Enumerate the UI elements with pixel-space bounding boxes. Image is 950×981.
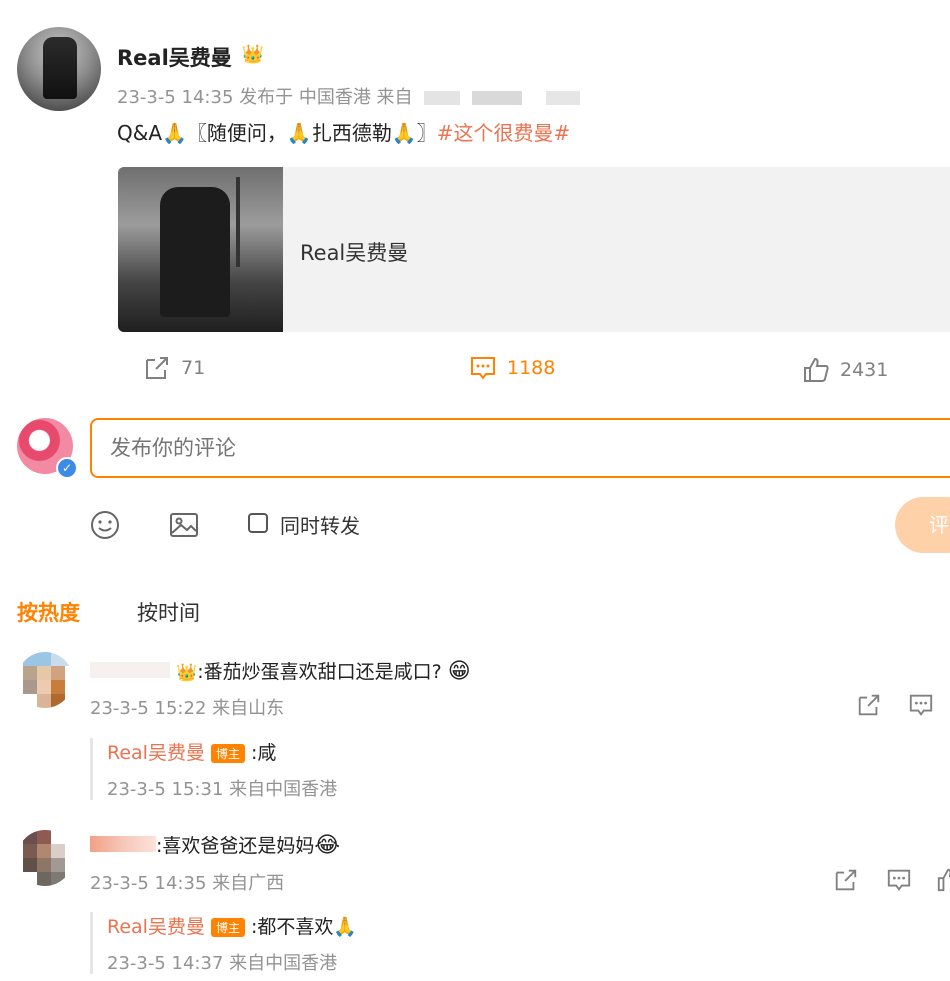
comment-meta: 23-3-5 15:22 来自山东: [90, 698, 285, 719]
reply-icon[interactable]: [908, 692, 934, 718]
crown-badge-icon: 👑: [241, 44, 265, 65]
avatar-pixel: [23, 652, 51, 666]
share-button[interactable]: 71: [143, 354, 205, 382]
avatar-pixel: [37, 680, 51, 694]
avatar-pixel: [51, 844, 65, 858]
hashtag-link[interactable]: #这个很费曼#: [437, 121, 571, 145]
comment-meta: 23-3-5 14:35 来自广西: [90, 873, 285, 894]
author-badge: 博主: [210, 744, 245, 763]
reply-meta: 23-3-5 14:37 来自中国香港: [107, 953, 338, 974]
verified-icon: ✓: [56, 457, 78, 479]
palm-tree-shape: [236, 177, 240, 267]
reply-body: Real吴费曼 博主 :咸: [107, 738, 276, 765]
post-meta: 23-3-5 14:35 发布于 中国香港 来自: [117, 83, 580, 109]
avatar-pixel: [23, 830, 37, 844]
like-count: 2431: [840, 359, 889, 381]
avatar-pixel: [23, 680, 37, 694]
avatar-pixel: [37, 858, 51, 872]
thumbs-up-icon[interactable]: [936, 867, 950, 893]
comment-input[interactable]: [90, 418, 950, 478]
reply-text: :都不喜欢🙏: [250, 916, 358, 938]
reply-text: :咸: [250, 742, 277, 764]
share-icon: [146, 357, 168, 379]
comment-text: :番茄炒蛋喜欢甜口还是咸口?: [197, 661, 442, 683]
card-title: Real吴费曼: [300, 241, 409, 265]
avatar-pixel: [51, 872, 65, 886]
reply-divider: [90, 912, 93, 974]
avatar-pixel: [23, 844, 37, 858]
image-icon[interactable]: [168, 509, 200, 541]
blurred-source: [545, 91, 580, 105]
avatar-pixel: [51, 666, 65, 680]
emoji-icon[interactable]: [89, 509, 121, 541]
thumbs-up-icon: [804, 357, 829, 382]
author-avatar[interactable]: [17, 27, 101, 111]
comment-icon: [471, 357, 495, 380]
tab-sort-hot[interactable]: 按热度: [17, 597, 80, 627]
post-meta-text: 23-3-5 14:35 发布于 中国香港 来自: [117, 87, 413, 108]
author-badge: 博主: [210, 918, 245, 937]
statue-shape: [160, 187, 230, 317]
blurred-username[interactable]: [90, 662, 170, 678]
laugh-emoji-icon: 😁: [447, 659, 471, 684]
avatar-pixel: [51, 652, 73, 666]
avatar-pixel: [37, 872, 51, 886]
blurred-username[interactable]: [90, 836, 156, 852]
avatar-pixel: [37, 694, 51, 708]
repost-label: 同时转发: [280, 514, 360, 538]
reply-icon[interactable]: [886, 867, 912, 893]
post-content: Q&A🙏〖随便问，🙏扎西德勒🙏〗#这个很费曼#: [117, 117, 570, 146]
media-card[interactable]: Real吴费曼: [118, 167, 950, 332]
avatar-pixel: [51, 858, 65, 872]
cry-laugh-emoji-icon: 😂: [314, 833, 341, 858]
comment-body: :喜欢爸爸还是妈妈😂: [90, 831, 340, 858]
avatar-pixel: [23, 666, 37, 680]
author-name[interactable]: Real吴费曼: [117, 42, 232, 72]
avatar-pixel: [51, 680, 65, 694]
statue-image: [43, 37, 77, 99]
avatar-pixel: [37, 830, 51, 844]
commenter-avatar[interactable]: [17, 652, 73, 708]
avatar-pixel: [51, 694, 65, 708]
post-text: Q&A🙏〖随便问，🙏扎西德勒🙏〗: [117, 121, 437, 145]
submit-comment-button[interactable]: 评: [895, 497, 950, 553]
tab-sort-time[interactable]: 按时间: [137, 597, 200, 627]
reply-divider: [90, 738, 93, 800]
reply-author-name[interactable]: Real吴费曼: [107, 916, 205, 938]
share-icon[interactable]: [856, 692, 882, 718]
blurred-source: [424, 91, 461, 105]
reply-author-name[interactable]: Real吴费曼: [107, 742, 205, 764]
avatar-pixel: [37, 844, 51, 858]
comment-button[interactable]: 1188: [469, 354, 555, 382]
commenter-avatar[interactable]: [17, 830, 73, 886]
like-button[interactable]: 2431: [802, 356, 888, 384]
reply-body: Real吴费曼 博主 :都不喜欢🙏: [107, 912, 357, 939]
avatar-pixel: [37, 666, 51, 680]
blurred-source: [472, 91, 523, 105]
share-count: 71: [181, 357, 206, 379]
comment-body: 👑:番茄炒蛋喜欢甜口还是咸口? 😁: [90, 657, 471, 684]
card-thumbnail: [118, 167, 283, 332]
share-icon[interactable]: [833, 867, 859, 893]
repost-checkbox[interactable]: [248, 513, 268, 533]
avatar-pixel: [23, 858, 37, 872]
reply-meta: 23-3-5 15:31 来自中国香港: [107, 779, 338, 800]
comment-text: :喜欢爸爸还是妈妈: [156, 835, 315, 857]
user-badge-icon: 👑: [176, 663, 198, 683]
comment-count: 1188: [507, 357, 556, 379]
